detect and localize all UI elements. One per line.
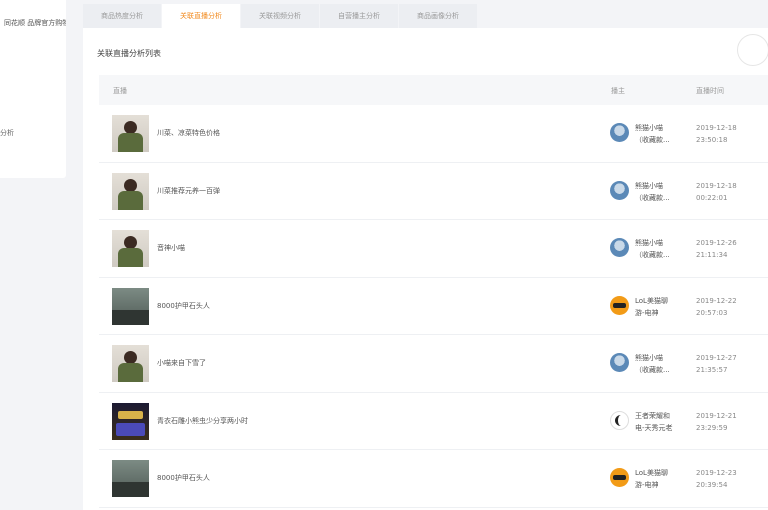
live-thumbnail[interactable]	[112, 402, 149, 440]
live-time: 2019-12-18 00:22:01	[696, 181, 737, 202]
anchor-name[interactable]: 熊猫小喵 （收藏款...	[635, 352, 670, 376]
column-live: 直播	[113, 87, 127, 95]
tab-bar: 商品热度分析 关联直播分析 关联视频分析 自营播主分析 商品画像分析	[83, 4, 478, 28]
table-row[interactable]: 川菜推荐元养一百弹 熊猫小喵 （收藏款... 2019-12-18 00:22:…	[99, 163, 768, 220]
live-time: 2019-12-22 20:57:03	[696, 296, 737, 317]
sidebar-text: 同花顺 品牌官方购物已成首单	[4, 19, 66, 27]
table-row[interactable]: 小喵来自下雪了 熊猫小喵 （收藏款... 2019-12-27 21:35:57	[99, 335, 768, 393]
anchor-name[interactable]: LoL美猫聊 游-电神	[635, 467, 668, 491]
tab-own-anchor[interactable]: 自营播主分析	[320, 4, 398, 28]
table-row[interactable]: 音神小喵 熊猫小喵 （收藏款... 2019-12-26 21:11:34	[99, 220, 768, 278]
live-title[interactable]: 小喵来自下雪了	[157, 358, 206, 368]
column-time[interactable]: 直播时间	[696, 86, 724, 96]
table-body: 川菜、凉菜特色价格 熊猫小喵 （收藏款... 2019-12-18 23:50:…	[99, 105, 768, 508]
live-title[interactable]: 音神小喵	[157, 243, 185, 253]
anchor-avatar[interactable]	[610, 468, 629, 487]
corner-button[interactable]	[737, 34, 768, 66]
live-time: 2019-12-27 21:35:57	[696, 354, 737, 374]
live-title[interactable]: 川菜推荐元养一百弹	[157, 186, 220, 196]
table-header: 直播 播主 直播时间	[99, 75, 768, 105]
tab-product-profile[interactable]: 商品画像分析	[399, 4, 477, 28]
anchor-avatar[interactable]	[610, 295, 629, 315]
live-time: 2019-12-18 23:50:18	[696, 124, 737, 144]
live-title[interactable]: 川菜、凉菜特色价格	[157, 128, 220, 138]
live-time: 2019-12-21 23:29:59	[696, 411, 737, 432]
anchor-avatar[interactable]	[610, 123, 629, 142]
live-thumbnail[interactable]	[112, 460, 149, 497]
tab-product-heat[interactable]: 商品热度分析	[83, 4, 161, 28]
tab-related-live[interactable]: 关联直播分析	[162, 4, 240, 28]
live-thumbnail[interactable]	[112, 345, 149, 382]
tab-related-video[interactable]: 关联视频分析	[241, 4, 319, 28]
live-time: 2019-12-26 21:11:34	[696, 239, 737, 259]
anchor-avatar[interactable]	[610, 180, 629, 200]
anchor-name[interactable]: LoL美猫聊 游-电神	[635, 295, 668, 319]
live-thumbnail[interactable]	[112, 172, 149, 210]
table-row[interactable]: 川菜、凉菜特色价格 熊猫小喵 （收藏款... 2019-12-18 23:50:…	[99, 105, 768, 163]
anchor-avatar[interactable]	[610, 238, 629, 257]
table-row[interactable]: 8000护甲石头人 LoL美猫聊 游-电神 2019-12-23 20:39:5…	[99, 450, 768, 508]
anchor-name[interactable]: 王者荣耀和 电-天秀元老	[635, 410, 673, 434]
live-title[interactable]: 8000护甲石头人	[157, 473, 210, 483]
table-row[interactable]: 8000护甲石头人 LoL美猫聊 游-电神 2019-12-22 20:57:0…	[99, 278, 768, 335]
live-title[interactable]: 青衣石雕小熊虫少分享两小时	[157, 416, 248, 426]
live-thumbnail[interactable]	[112, 230, 149, 267]
anchor-avatar[interactable]	[610, 410, 629, 430]
live-thumbnail[interactable]	[112, 115, 149, 152]
live-time: 2019-12-23 20:39:54	[696, 469, 737, 489]
anchor-name[interactable]: 熊猫小喵 （收藏款...	[635, 180, 670, 204]
live-title[interactable]: 8000护甲石头人	[157, 301, 210, 311]
column-anchor: 播主	[611, 87, 625, 95]
live-thumbnail[interactable]	[112, 287, 149, 325]
anchor-name[interactable]: 熊猫小喵 （收藏款...	[635, 237, 670, 261]
main-panel: 关联直播分析列表 直播 播主 直播时间 川菜、凉菜特色价格 熊猫小喵 （收藏款.…	[83, 28, 768, 510]
anchor-name[interactable]: 熊猫小喵 （收藏款...	[635, 122, 670, 146]
anchor-avatar[interactable]	[610, 353, 629, 372]
sidebar-link[interactable]: 分析	[0, 128, 14, 138]
table-row[interactable]: 青衣石雕小熊虫少分享两小时 王者荣耀和 电-天秀元老 2019-12-21 23…	[99, 393, 768, 450]
panel-title: 关联直播分析列表	[97, 49, 161, 58]
sidebar-card: 同花顺 品牌官方购物已成首单 分析	[0, 0, 66, 178]
